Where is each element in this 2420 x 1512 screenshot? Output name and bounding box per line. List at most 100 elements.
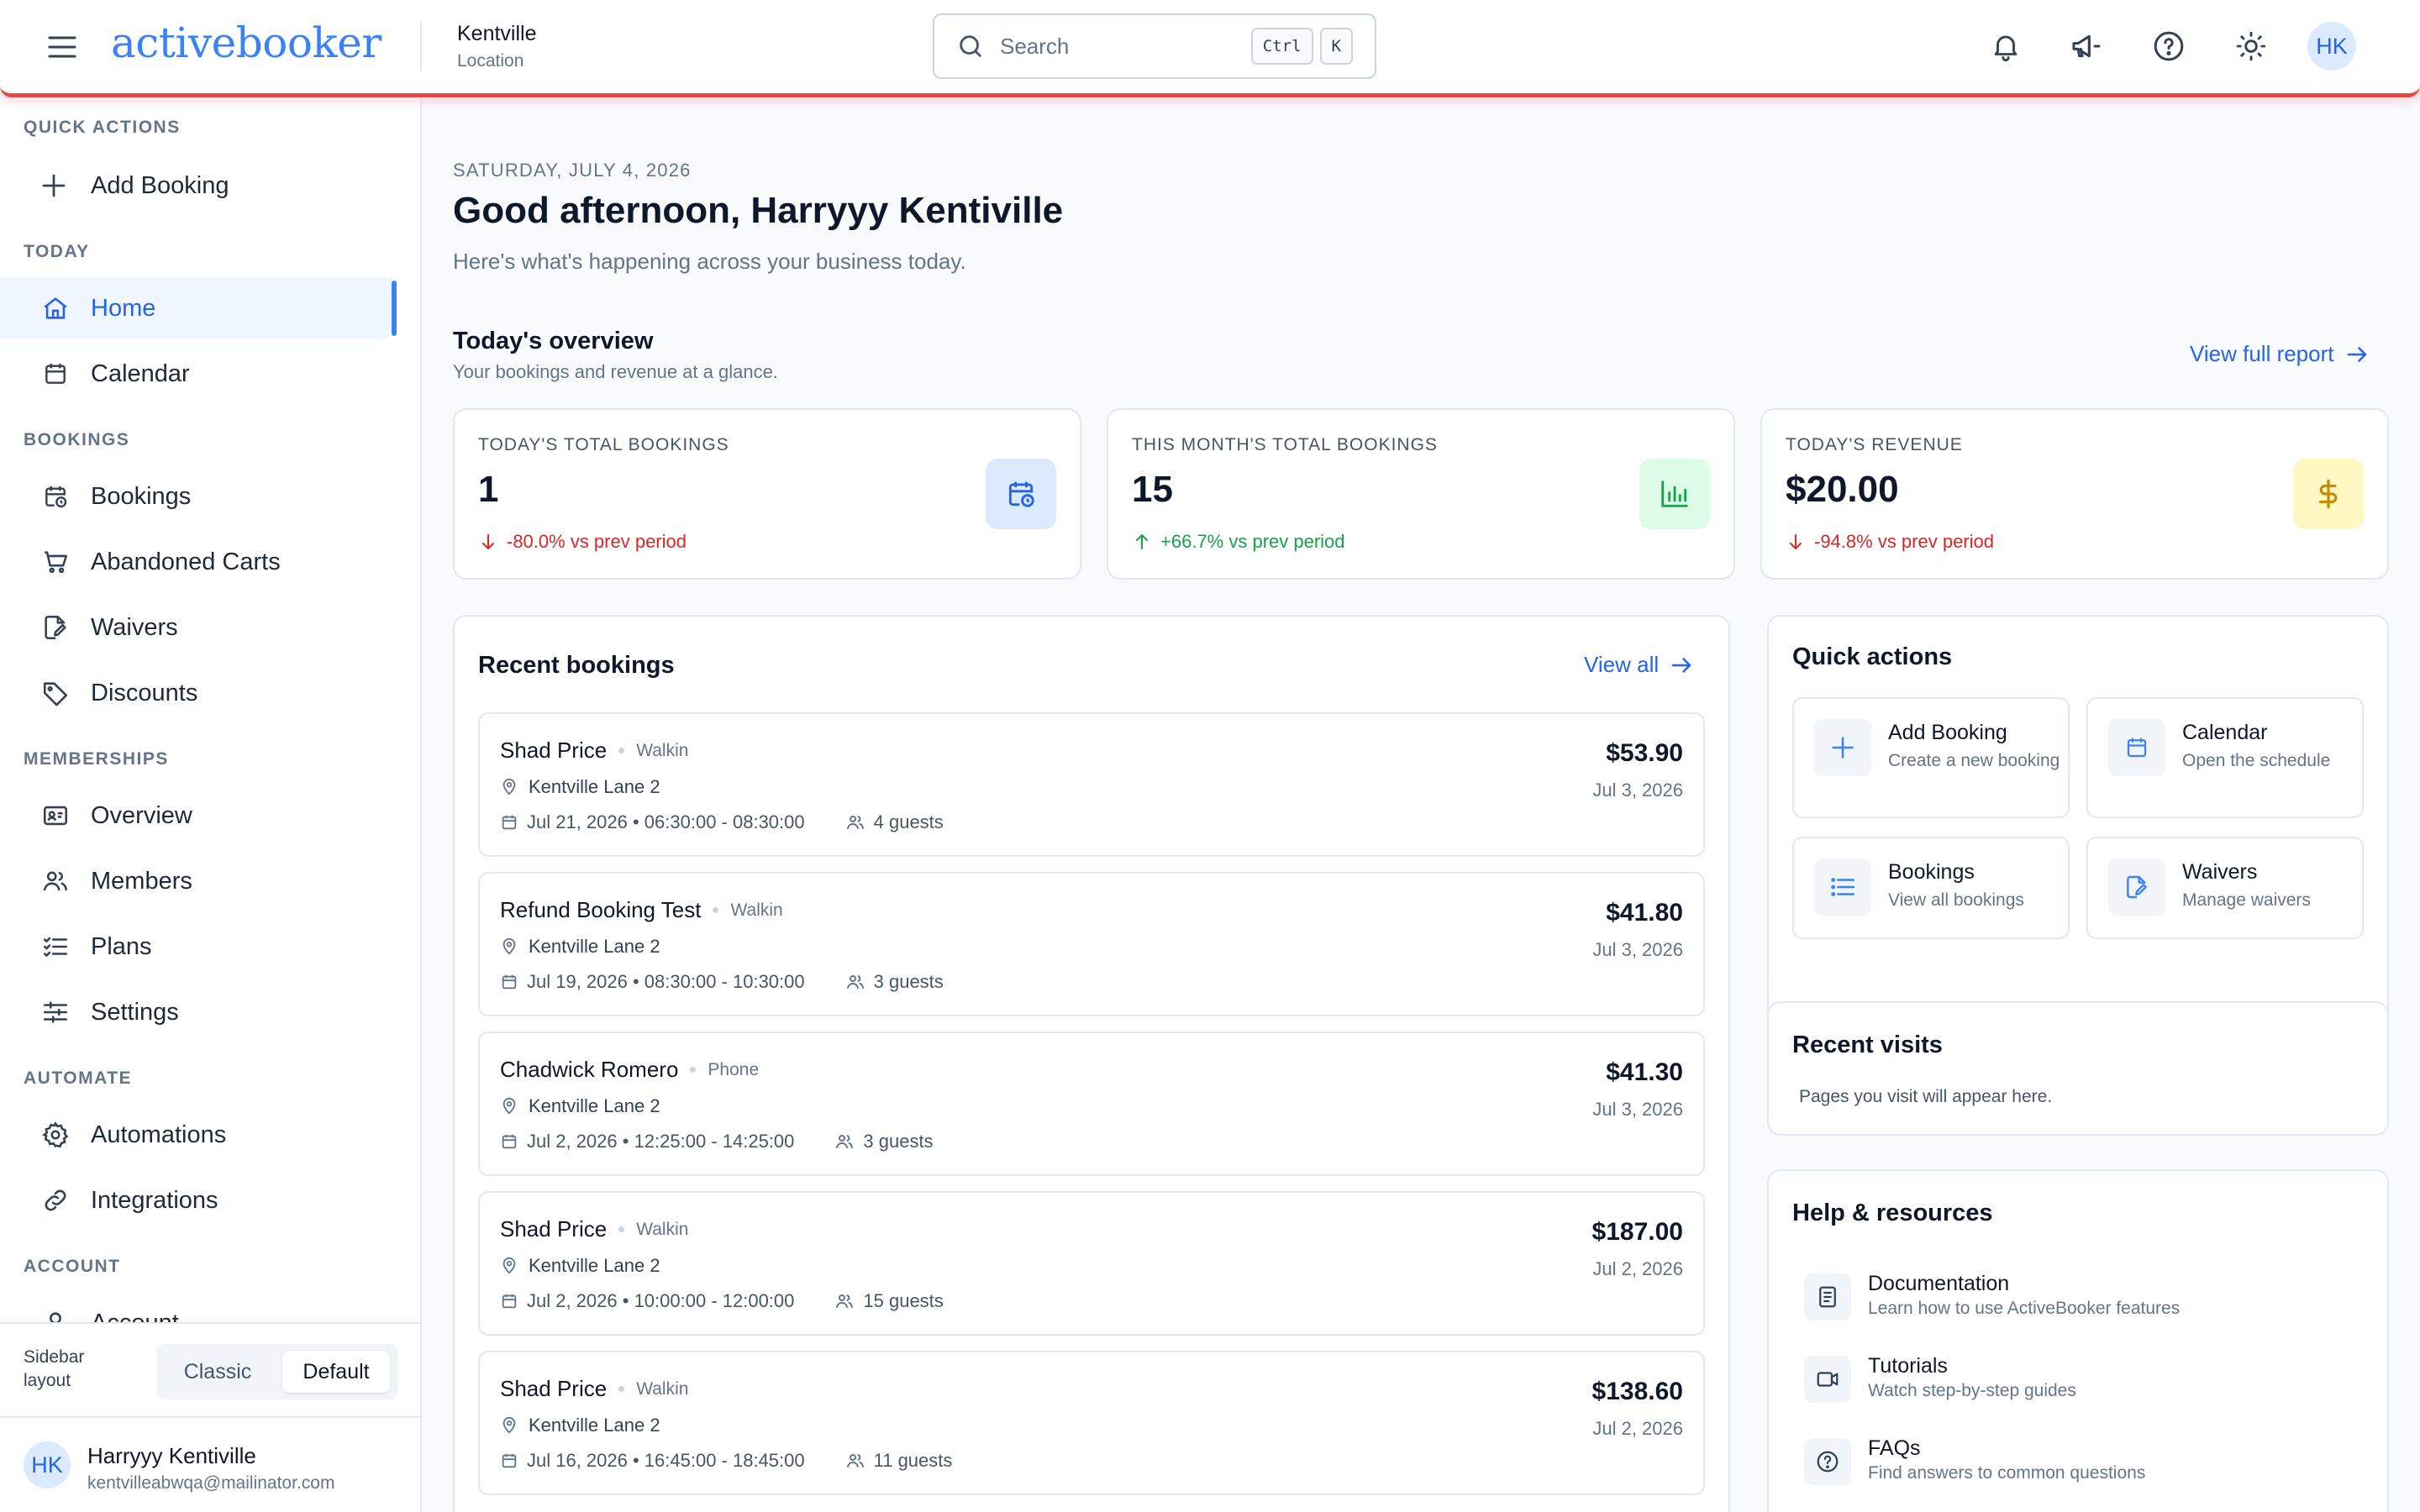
booking-row[interactable]: Shad Price Walkin Kentville Lane 2 Jul 21…	[478, 712, 1705, 857]
main-content: SATURDAY, JULY 4, 2026 Good afternoon, H…	[424, 97, 2420, 1512]
users-icon	[845, 1451, 865, 1471]
help-resources-title: Help & resources	[1792, 1200, 1993, 1226]
sidebar-item-label: Members	[91, 867, 192, 895]
sidebar-item-settings[interactable]: Settings	[0, 981, 393, 1043]
stat-label: TODAY'S REVENUE	[1786, 435, 1963, 454]
location-switcher[interactable]: Kentville Location	[457, 22, 537, 71]
quick-action-calendar[interactable]: Calendar Open the schedule	[2086, 697, 2364, 818]
sidebar-item-account[interactable]: Account	[0, 1292, 393, 1322]
sidebar-item-members[interactable]: Members	[0, 850, 393, 912]
search-placeholder: Search	[1000, 33, 1070, 59]
help-icon[interactable]	[2148, 25, 2190, 67]
recent-visits-empty: Pages you visit will appear here.	[1799, 1087, 2053, 1106]
quick-actions-title: Quick actions	[1792, 643, 1953, 670]
sidebar-item-bookings[interactable]: Bookings	[0, 465, 393, 528]
home-icon	[39, 291, 72, 325]
quick-action-waivers[interactable]: Waivers Manage waivers	[2086, 837, 2364, 939]
booking-amount: $138.60	[1591, 1378, 1683, 1405]
stat-change-text: +66.7% vs prev period	[1160, 531, 1345, 552]
sidebar-item-label: Discounts	[91, 679, 198, 706]
map-pin-icon	[500, 778, 518, 796]
sidebar-item-waivers[interactable]: Waivers	[0, 596, 393, 659]
stat-change-text: -80.0% vs prev period	[507, 531, 687, 552]
arrow-right-icon	[1669, 653, 1694, 678]
sidebar-item-calendar[interactable]: Calendar	[0, 343, 393, 405]
booking-row[interactable]: Refund Booking Test Walkin Kentville Lane…	[478, 872, 1705, 1016]
quick-action-add-booking[interactable]: Add Booking Create a new booking	[1792, 697, 2070, 818]
logo-text: activebooker	[111, 18, 381, 67]
booking-source: Walkin	[730, 900, 783, 920]
stat-value: 15	[1132, 469, 1173, 510]
calendar-icon	[500, 1132, 518, 1151]
quick-action-subtitle: Open the schedule	[2182, 751, 2331, 770]
sidebar-item-label: Calendar	[91, 360, 190, 387]
section-quick-actions: QUICK ACTIONS	[24, 118, 181, 137]
sidebar-user-card[interactable]: HK Harryyy Kentiville kentvilleabwqa@mai…	[0, 1416, 420, 1512]
sidebar-item-label: Integrations	[91, 1186, 218, 1214]
view-full-report-link[interactable]: View full report	[2190, 341, 2370, 367]
sidebar-nav[interactable]: QUICK ACTIONS Add Booking TODAY Home Cal…	[0, 97, 420, 1322]
booking-amount: $41.30	[1606, 1058, 1683, 1086]
booking-date: Jul 3, 2026	[1592, 1099, 1683, 1120]
help-item-tutorials[interactable]: Tutorials Watch step-by-step guides	[1804, 1347, 2359, 1415]
sidebar-layout-switcher: Sidebar layout Classic Default	[0, 1322, 420, 1416]
layout-option-default[interactable]: Default	[282, 1351, 390, 1393]
booking-date: Jul 3, 2026	[1592, 780, 1683, 801]
search-icon	[956, 32, 985, 60]
users-icon	[834, 1131, 855, 1152]
current-date: SATURDAY, JULY 4, 2026	[453, 160, 692, 181]
user-icon	[39, 1306, 72, 1322]
layout-segmented-control: Classic Default	[156, 1344, 398, 1399]
sidebar-item-add-booking[interactable]: Add Booking	[0, 155, 393, 217]
user-avatar[interactable]: HK	[2307, 22, 2356, 71]
header-divider	[420, 22, 422, 71]
users-icon	[834, 1291, 855, 1311]
help-item-documentation[interactable]: Documentation Learn how to use ActiveBoo…	[1804, 1265, 2359, 1332]
booking-amount: $53.90	[1606, 739, 1683, 767]
search-bar[interactable]: Search Ctrl K	[933, 13, 1376, 79]
stat-card-today-revenue: TODAY'S REVENUE $20.00 -94.8% vs prev pe…	[1760, 408, 2389, 580]
quick-action-subtitle: Create a new booking	[1888, 751, 2060, 770]
id-card-icon	[39, 799, 72, 832]
gear-icon	[39, 1118, 72, 1152]
sidebar-item-label: Bookings	[91, 482, 192, 510]
sidebar-item-label: Overview	[91, 801, 192, 829]
booking-row[interactable]: Shad Price Walkin Kentville Lane 2 Jul 2,…	[478, 1191, 1705, 1336]
layout-option-classic[interactable]: Classic	[165, 1351, 271, 1393]
stat-value: $20.00	[1786, 469, 1899, 510]
booking-date: Jul 2, 2026	[1592, 1418, 1683, 1439]
megaphone-icon[interactable]	[2065, 25, 2107, 67]
quick-action-title: Add Booking	[1888, 721, 2007, 744]
sidebar: QUICK ACTIONS Add Booking TODAY Home Cal…	[0, 97, 422, 1512]
map-pin-icon	[500, 1257, 518, 1275]
booking-source: Walkin	[636, 740, 689, 760]
quick-action-subtitle: View all bookings	[1888, 890, 2024, 910]
calendar-icon	[500, 1452, 518, 1470]
booking-guests: 11 guests	[873, 1450, 953, 1471]
separator-dot	[690, 1067, 697, 1073]
sidebar-item-home[interactable]: Home	[0, 277, 397, 339]
booking-row[interactable]: Shad Price Walkin Kentville Lane 2 Jul 16…	[478, 1351, 1705, 1495]
booking-row[interactable]: Chadwick Romero Phone Kentville Lane 2 Ju…	[478, 1032, 1705, 1176]
sidebar-item-abandoned-carts[interactable]: Abandoned Carts	[0, 531, 393, 593]
booking-source: Phone	[708, 1059, 760, 1079]
help-item-faqs[interactable]: FAQs Find answers to common questions	[1804, 1430, 2359, 1497]
view-all-bookings-link[interactable]: View all	[1584, 652, 1694, 678]
quick-action-bookings[interactable]: Bookings View all bookings	[1792, 837, 2070, 939]
booking-location: Kentville Lane 2	[529, 936, 660, 957]
calendar-icon	[2108, 719, 2165, 776]
help-icon	[1804, 1438, 1851, 1485]
tag-icon	[39, 676, 72, 710]
sidebar-item-integrations[interactable]: Integrations	[0, 1169, 393, 1231]
stat-change: -94.8% vs prev period	[1786, 531, 1994, 553]
recent-visits-title: Recent visits	[1792, 1032, 1943, 1058]
sidebar-item-automations[interactable]: Automations	[0, 1104, 393, 1166]
sidebar-item-plans[interactable]: Plans	[0, 916, 393, 978]
bell-icon[interactable]	[1985, 25, 2027, 67]
sidebar-item-overview[interactable]: Overview	[0, 785, 393, 847]
sun-theme-icon[interactable]	[2230, 25, 2272, 67]
activebooker-logo[interactable]: activebooker	[111, 13, 381, 72]
file-signature-icon	[39, 611, 72, 644]
menu-icon[interactable]	[44, 29, 81, 66]
sidebar-item-discounts[interactable]: Discounts	[0, 662, 393, 724]
